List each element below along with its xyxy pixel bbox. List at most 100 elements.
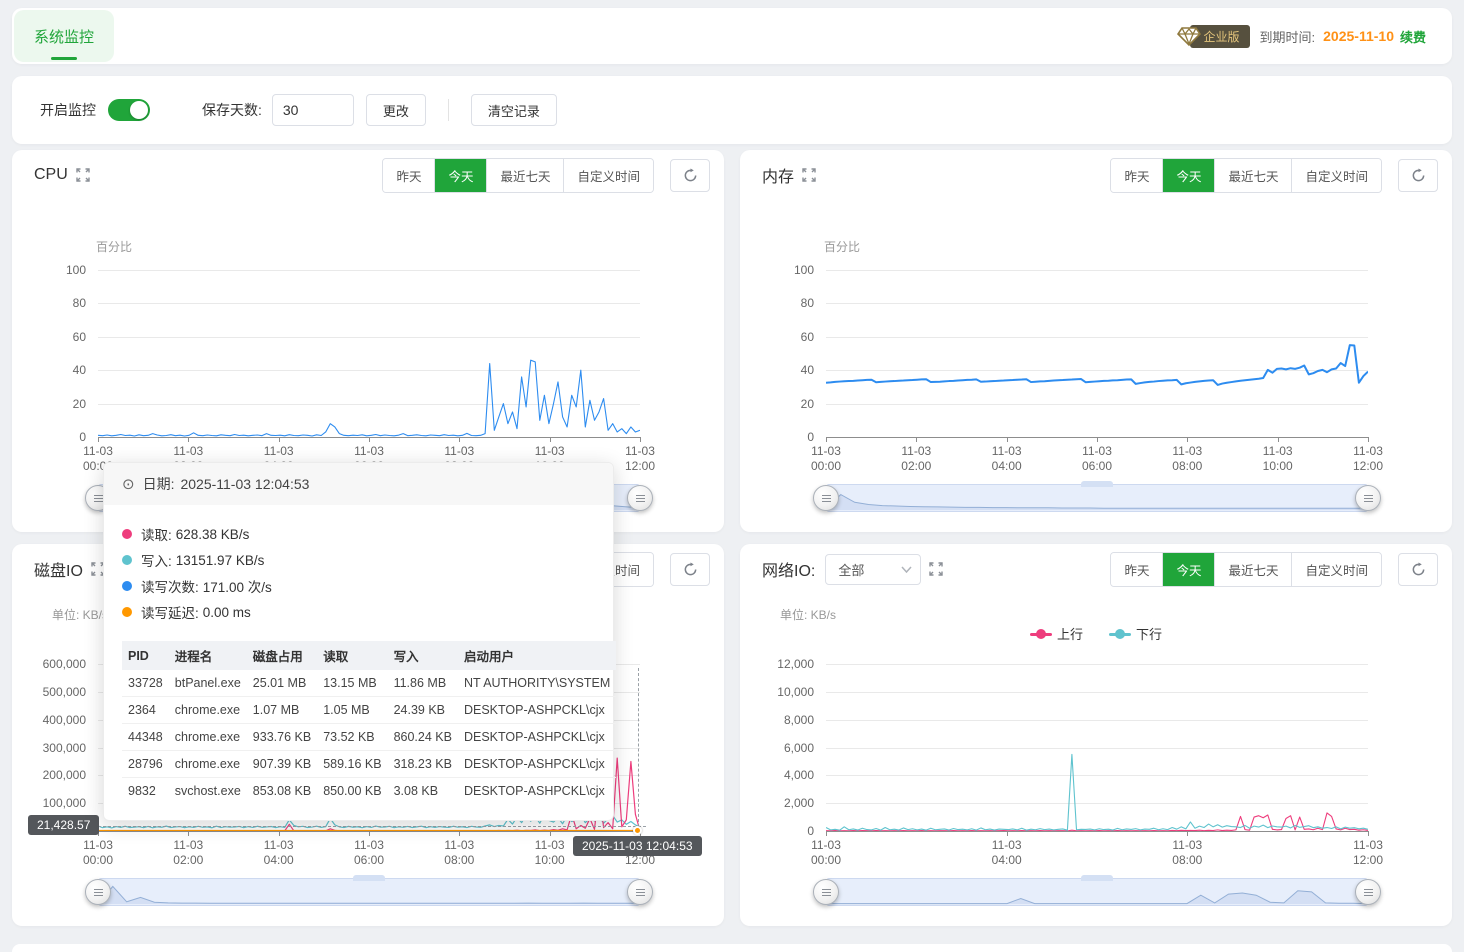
legend-item-up[interactable]: 上行 — [1030, 624, 1083, 643]
mem-chart-area: 百分比02040608010011-0300:0011-0302:0011-03… — [740, 150, 1452, 532]
table-row: 9832svchost.exe853.08 KB850.00 KB3.08 KB… — [122, 778, 616, 805]
table-cell: 853.08 KB — [247, 778, 317, 805]
datazoom-track[interactable] — [826, 878, 1368, 906]
x-tick-mark — [1187, 831, 1188, 836]
x-tick-mark — [459, 437, 460, 442]
tooltip-metric-row: 读写延迟: 0.00 ms — [122, 599, 595, 625]
change-button[interactable]: 更改 — [366, 94, 426, 126]
table-header-cell: 写入 — [388, 641, 458, 670]
table-cell: 73.52 KB — [317, 724, 387, 751]
y-tick-label: 6,000 — [740, 741, 814, 755]
datazoom-handle-left[interactable] — [813, 485, 839, 511]
x-tick-mark — [1187, 437, 1188, 442]
y-tick-label: 40 — [740, 363, 814, 377]
y-tick-label: 600,000 — [12, 657, 86, 671]
disk-io-tooltip: ⊙ 日期: 2025-11-03 12:04:53 读取: 628.38 KB/… — [103, 462, 614, 821]
y-tick-label: 200,000 — [12, 768, 86, 782]
table-cell: DESKTOP-ASHPCKL\cjx — [458, 697, 616, 724]
table-cell: 44348 — [122, 724, 169, 751]
y-tick-label: 300,000 — [12, 741, 86, 755]
datazoom-handle-left[interactable] — [813, 879, 839, 905]
table-cell: 25.01 MB — [247, 670, 317, 697]
x-tick-label: 11-0312:00 — [608, 444, 672, 474]
expire-label: 到期时间: — [1260, 27, 1316, 46]
y-tick-label: 4,000 — [740, 768, 814, 782]
y-tick-label: 0 — [740, 430, 814, 444]
tab-system-monitor[interactable]: 系统监控 — [14, 10, 114, 62]
datazoom-track[interactable] — [826, 484, 1368, 512]
memory-panel: 内存 昨天今天最近七天自定义时间 百分比02040608010011-0300:… — [740, 150, 1452, 532]
x-tick-mark — [916, 437, 917, 442]
tooltip-metrics: 读取: 628.38 KB/s写入: 13151.97 KB/s读写次数: 17… — [104, 505, 613, 629]
x-tick-mark — [1278, 437, 1279, 442]
metric-name: 读取: — [141, 524, 172, 544]
x-tick-mark — [279, 437, 280, 442]
table-row: 44348chrome.exe933.76 KB73.52 KB860.24 K… — [122, 724, 616, 751]
process-table: PID进程名磁盘占用读取写入启动用户33728btPanel.exe25.01 … — [122, 641, 616, 804]
y-tick-label: 20 — [740, 397, 814, 411]
x-tick-mark — [98, 437, 99, 442]
x-tick-mark — [279, 831, 280, 836]
clock-icon: ⊙ — [122, 475, 135, 493]
toggle-knob — [130, 101, 148, 119]
datazoom-track[interactable] — [98, 878, 640, 906]
series-line — [826, 345, 1368, 385]
x-tick-mark — [1097, 437, 1098, 442]
table-cell: 24.39 KB — [388, 697, 458, 724]
x-tick-mark — [550, 831, 551, 836]
datazoom-handle-right[interactable] — [627, 879, 653, 905]
y-tick-label: 8,000 — [740, 713, 814, 727]
table-cell: 589.16 KB — [317, 751, 387, 778]
next-card-edge — [12, 944, 1452, 952]
expire-date: 2025-11-10 — [1323, 28, 1394, 44]
series-line — [826, 754, 1368, 830]
datazoom-handle-right[interactable] — [1355, 485, 1381, 511]
monitor-toggle[interactable] — [108, 99, 150, 121]
table-header-cell: 读取 — [317, 641, 387, 670]
axis-pointer-value-badge: 21,428.57 — [28, 815, 99, 835]
table-cell: 318.23 KB — [388, 751, 458, 778]
table-cell: chrome.exe — [169, 724, 247, 751]
x-tick-label: 11-0308:00 — [427, 838, 491, 868]
x-tick-label: 11-0310:00 — [1246, 444, 1310, 474]
legend-item-down[interactable]: 下行 — [1109, 624, 1162, 643]
y-tick-label: 80 — [12, 296, 86, 310]
y-tick-label: 400,000 — [12, 713, 86, 727]
x-axis-line — [826, 831, 1368, 832]
x-tick-mark — [369, 437, 370, 442]
table-cell: NT AUTHORITY\SYSTEM — [458, 670, 616, 697]
x-tick-mark — [188, 437, 189, 442]
datazoom-handle-right[interactable] — [627, 485, 653, 511]
unit-label: 单位: KB/s — [780, 606, 836, 623]
x-tick-mark — [1368, 831, 1369, 836]
metric-color-dot — [122, 555, 132, 565]
save-days-label: 保存天数: — [202, 100, 262, 120]
x-tick-mark — [1007, 831, 1008, 836]
x-tick-label: 11-0306:00 — [337, 838, 401, 868]
save-days-input[interactable] — [272, 94, 354, 126]
table-row: 2364chrome.exe1.07 MB1.05 MB24.39 KBDESK… — [122, 697, 616, 724]
datazoom-handle-right[interactable] — [1355, 879, 1381, 905]
x-tick-mark — [640, 437, 641, 442]
axis-pointer-date-badge: 2025-11-03 12:04:53 — [573, 836, 702, 856]
metric-name: 写入: — [141, 550, 172, 570]
table-cell: 850.00 KB — [317, 778, 387, 805]
renew-link[interactable]: 续费 — [1400, 27, 1426, 46]
legend-marker — [1109, 629, 1131, 639]
clear-records-button[interactable]: 清空记录 — [471, 94, 557, 126]
x-tick-mark — [826, 437, 827, 442]
table-cell: 2364 — [122, 697, 169, 724]
datazoom-handle-left[interactable] — [85, 879, 111, 905]
y-tick-label: 2,000 — [740, 796, 814, 810]
table-cell: 33728 — [122, 670, 169, 697]
x-tick-mark — [550, 437, 551, 442]
legend: 上行 下行 — [740, 624, 1452, 643]
metric-color-dot — [122, 581, 132, 591]
tooltip-date-value: 2025-11-03 12:04:53 — [180, 476, 309, 492]
axis-pointer-horizontal-line — [98, 826, 646, 827]
monitor-toggle-label: 开启监控 — [40, 100, 96, 120]
tooltip-header: ⊙ 日期: 2025-11-03 12:04:53 — [104, 463, 613, 505]
table-cell: DESKTOP-ASHPCKL\cjx — [458, 751, 616, 778]
x-tick-label: 11-0304:00 — [975, 444, 1039, 474]
divider — [448, 99, 449, 121]
